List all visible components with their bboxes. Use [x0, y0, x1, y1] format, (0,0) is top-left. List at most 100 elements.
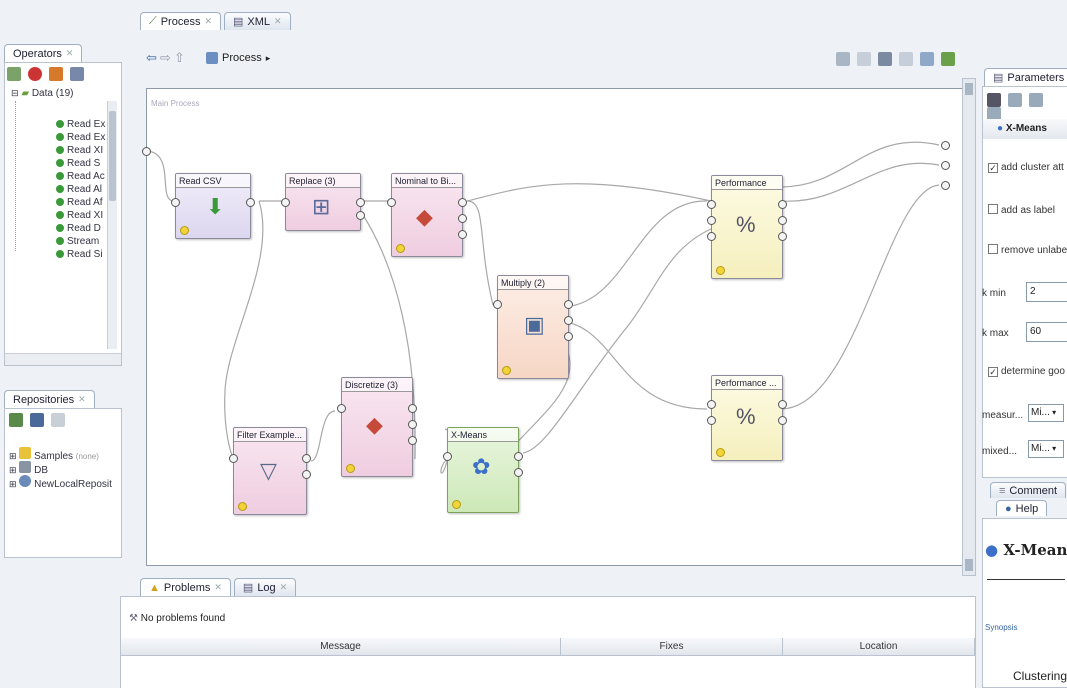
- output-port[interactable]: [458, 214, 467, 223]
- k-max-input[interactable]: 60: [1026, 322, 1067, 342]
- param-determine-good[interactable]: ✓ determine goo: [988, 366, 1065, 377]
- close-icon[interactable]: ✕: [214, 582, 222, 593]
- result-port[interactable]: [941, 161, 950, 170]
- input-port[interactable]: [707, 216, 716, 225]
- tab-xml[interactable]: ▤ XML ✕: [224, 12, 291, 30]
- tree-item[interactable]: Read Af: [56, 196, 103, 209]
- param-add-cluster-attribute[interactable]: ✓ add cluster att: [988, 162, 1064, 173]
- tree-item[interactable]: Read Si: [56, 248, 103, 261]
- close-icon[interactable]: ✕: [66, 48, 74, 59]
- tab-help[interactable]: ● Help: [996, 500, 1048, 516]
- output-port[interactable]: [356, 211, 365, 220]
- tree-item[interactable]: Read Ac: [56, 170, 105, 183]
- tree-item[interactable]: Read S: [56, 157, 100, 170]
- new-operator-icon[interactable]: [7, 67, 21, 81]
- pencil-icon[interactable]: [836, 52, 850, 66]
- output-port[interactable]: [408, 420, 417, 429]
- refresh-icon[interactable]: [51, 413, 66, 427]
- param-add-as-label[interactable]: add as label: [988, 204, 1055, 216]
- tab-parameters[interactable]: ▤ Parameters: [984, 68, 1067, 86]
- tree-item[interactable]: Read Ex: [56, 131, 105, 144]
- back-icon[interactable]: ⇦: [146, 50, 157, 65]
- input-port[interactable]: [443, 452, 452, 461]
- tab-process[interactable]: ⟋ Process ✕: [140, 12, 221, 30]
- tree-item[interactable]: Read Al: [56, 183, 102, 196]
- collapse-params-icon[interactable]: [1029, 93, 1044, 107]
- close-icon[interactable]: ✕: [280, 582, 288, 593]
- input-port[interactable]: [707, 400, 716, 409]
- expand-icon[interactable]: ⊞: [9, 479, 17, 489]
- output-port[interactable]: [514, 468, 523, 477]
- input-port[interactable]: [281, 198, 290, 207]
- close-icon[interactable]: ✕: [78, 394, 86, 405]
- output-port[interactable]: [408, 436, 417, 445]
- tab-repositories[interactable]: Repositories ✕: [4, 390, 95, 408]
- output-port[interactable]: [356, 198, 365, 207]
- checkbox-unchecked[interactable]: [988, 244, 998, 254]
- result-port[interactable]: [941, 141, 950, 150]
- output-port[interactable]: [302, 454, 311, 463]
- expand-icon[interactable]: ⊞: [9, 465, 17, 475]
- expand-params-icon[interactable]: [1008, 93, 1023, 107]
- operator-performance-1[interactable]: Performance %: [707, 175, 787, 279]
- output-port[interactable]: [778, 416, 787, 425]
- operator-replace[interactable]: Replace (3) ⊞: [281, 173, 365, 231]
- input-port[interactable]: [229, 454, 238, 463]
- filter-icon[interactable]: [987, 93, 1001, 107]
- close-icon[interactable]: ✕: [274, 16, 282, 27]
- output-port[interactable]: [778, 216, 787, 225]
- output-port[interactable]: [778, 400, 787, 409]
- column-message[interactable]: Message: [121, 638, 561, 656]
- operator-nominal-to-binominal[interactable]: Nominal to Bi... ◆: [387, 173, 467, 257]
- checkbox-unchecked[interactable]: [988, 204, 998, 214]
- operators-scrollbar[interactable]: [107, 101, 117, 349]
- tree-item[interactable]: Read XI: [56, 209, 103, 222]
- tab-problems[interactable]: ▲ Problems ✕: [140, 578, 231, 596]
- operator-x-means[interactable]: X-Means ✿: [443, 427, 523, 513]
- up-icon[interactable]: ⇧: [174, 50, 185, 65]
- param-remove-unlabeled[interactable]: remove unlabe: [988, 244, 1067, 256]
- tree-item[interactable]: Stream: [56, 235, 99, 248]
- canvas-scrollbar[interactable]: [962, 78, 976, 576]
- k-min-input[interactable]: 2: [1026, 282, 1067, 302]
- tree-item[interactable]: Read XI: [56, 144, 103, 157]
- forward-icon[interactable]: ⇨: [160, 50, 171, 65]
- output-port[interactable]: [778, 232, 787, 241]
- operator-multiply[interactable]: Multiply (2) ▣: [493, 275, 573, 379]
- process-canvas[interactable]: Main Process Read CSV ⬇ Replace (3) ⊞ No…: [142, 88, 972, 566]
- operator-discretize[interactable]: Discretize (3) ◆: [337, 377, 417, 477]
- collapse-icon[interactable]: ⊟: [11, 88, 19, 98]
- breadcrumb[interactable]: Process ▸: [206, 52, 270, 64]
- output-port[interactable]: [302, 470, 311, 479]
- checkbox-checked[interactable]: ✓: [988, 367, 998, 377]
- download-icon[interactable]: [30, 413, 45, 427]
- connect-icon[interactable]: [878, 52, 893, 66]
- checkbox-checked[interactable]: ✓: [988, 163, 998, 173]
- sort-icon[interactable]: [70, 67, 85, 81]
- input-port[interactable]: [707, 416, 716, 425]
- expand-icon[interactable]: ⊞: [9, 451, 17, 461]
- input-port[interactable]: [337, 404, 346, 413]
- process-input-port[interactable]: [142, 147, 151, 156]
- input-port[interactable]: [171, 198, 180, 207]
- output-port[interactable]: [564, 316, 573, 325]
- repo-item-samples[interactable]: ⊞ Samples (none): [9, 447, 99, 462]
- tree-group-data[interactable]: ⊟ ▰ Data (19): [11, 87, 74, 100]
- export-icon[interactable]: [941, 52, 956, 66]
- add-repository-icon[interactable]: [9, 413, 23, 427]
- operator-filter-examples[interactable]: Filter Example... ▽: [229, 427, 311, 515]
- output-port[interactable]: [514, 452, 523, 461]
- wrench-icon[interactable]: [49, 67, 64, 81]
- output-port[interactable]: [408, 404, 417, 413]
- tab-comment[interactable]: ≡ Comment: [990, 482, 1067, 498]
- output-port[interactable]: [246, 198, 255, 207]
- horizontal-scrollbar[interactable]: [5, 353, 121, 365]
- tab-operators[interactable]: Operators ✕: [4, 44, 83, 62]
- tree-item[interactable]: Read Ex: [56, 118, 105, 131]
- operator-read-csv[interactable]: Read CSV ⬇: [171, 173, 255, 239]
- column-fixes[interactable]: Fixes: [561, 638, 783, 656]
- scroll-up-icon[interactable]: [965, 83, 973, 95]
- tree-item[interactable]: Read D: [56, 222, 101, 235]
- output-port[interactable]: [458, 230, 467, 239]
- repo-item-db[interactable]: ⊞ DB: [9, 461, 48, 476]
